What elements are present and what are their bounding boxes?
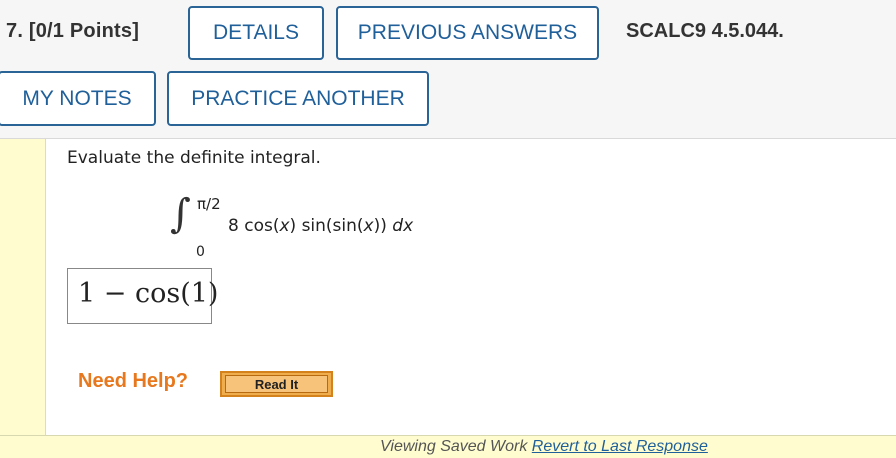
- need-help-label: Need Help?: [78, 370, 189, 392]
- left-margin-strip: [0, 139, 45, 436]
- revert-link[interactable]: Revert to Last Response: [532, 438, 708, 455]
- points-label: [0/1 Points]: [28, 20, 140, 42]
- footer-status: Viewing Saved Work Revert to Last Respon…: [380, 438, 708, 456]
- integrand-end: )): [373, 216, 393, 236]
- differential: dx: [392, 216, 414, 236]
- read-it-label: Read It: [225, 375, 328, 393]
- question-number: 7.: [6, 20, 24, 42]
- integrand-mid: ) sin(sin(: [289, 216, 364, 236]
- details-button[interactable]: DETAILS: [188, 6, 324, 60]
- my-notes-button[interactable]: MY NOTES: [0, 71, 156, 126]
- footer-text: Viewing Saved Work: [380, 438, 532, 455]
- integrand-var: x: [363, 216, 374, 236]
- integral-sign: ∫: [170, 191, 191, 237]
- answer-value: 1 − cos(1): [78, 278, 219, 309]
- previous-answers-button[interactable]: PREVIOUS ANSWERS: [336, 6, 599, 60]
- practice-another-button[interactable]: PRACTICE ANOTHER: [167, 71, 429, 126]
- problem-code: SCALC9 4.5.044.: [626, 20, 784, 42]
- upper-limit: π/2: [197, 195, 221, 213]
- lower-limit: 0: [196, 244, 205, 260]
- question-prompt: Evaluate the definite integral.: [67, 148, 321, 168]
- question-header: 7. [0/1 Points] DETAILS PREVIOUS ANSWERS…: [0, 0, 896, 139]
- integrand-var: x: [279, 216, 290, 236]
- read-it-button[interactable]: Read It: [220, 371, 333, 397]
- integrand: 8 cos(x) sin(sin(x)) dx: [228, 216, 413, 236]
- integrand-coef: 8 cos(: [228, 216, 280, 236]
- question-points: 7. [0/1 Points]: [6, 20, 139, 43]
- answer-box[interactable]: 1 − cos(1): [67, 268, 218, 324]
